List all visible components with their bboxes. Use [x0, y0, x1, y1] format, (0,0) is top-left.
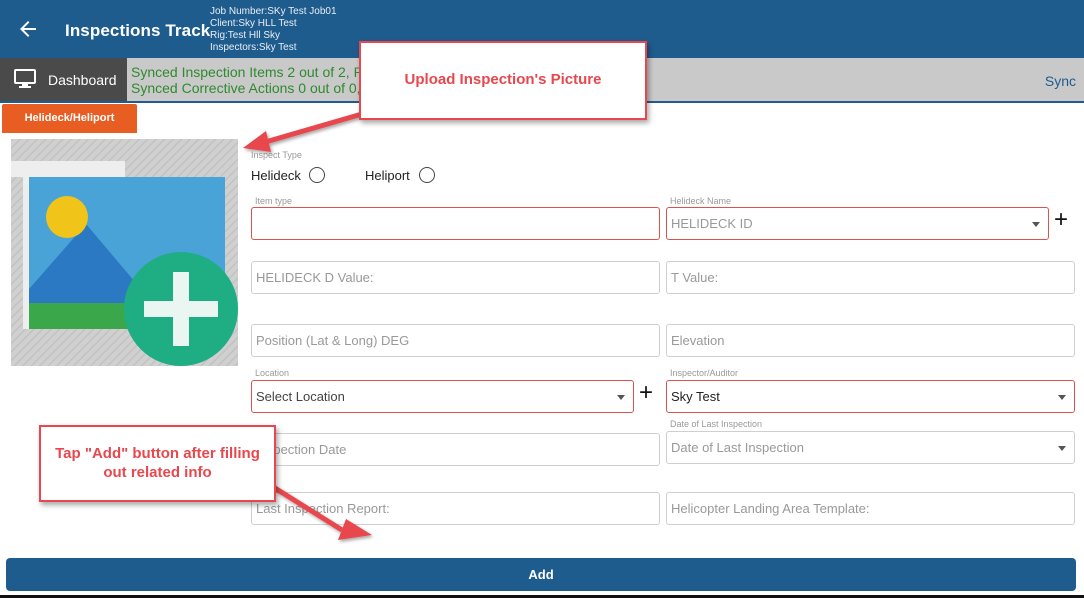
callout-upload-picture: Upload Inspection's Picture [359, 41, 647, 120]
inspectors-name: Inspectors:Sky Test [210, 42, 297, 53]
last-inspection-value: Date of Last Inspection [671, 440, 804, 455]
radio-helideck[interactable] [309, 167, 325, 183]
tab-helideck-heliport[interactable]: Helideck/Heliport [2, 104, 137, 133]
elevation-input[interactable]: Elevation [666, 324, 1075, 357]
template-input[interactable]: Helicopter Landing Area Template: [666, 492, 1075, 525]
sync-link[interactable]: Sync [1045, 73, 1076, 89]
job-info: Job Number:SKy Test Job01 Client:Sky HLL… [210, 6, 337, 54]
helideck-name-label: Helideck Name [670, 196, 732, 206]
callout-add-line1: Tap "Add" button after filling [55, 445, 260, 462]
chevron-down-icon [1058, 446, 1066, 451]
inspector-select[interactable]: Sky Test [666, 380, 1075, 413]
item-type-input[interactable] [251, 207, 660, 240]
last-report-input[interactable]: Last Inspection Report: [251, 492, 660, 525]
dashboard-label: Dashboard [48, 72, 117, 88]
last-inspection-label: Date of Last Inspection [670, 419, 763, 429]
inspection-date-input[interactable]: Inspection Date [251, 433, 660, 466]
inspector-value: Sky Test [671, 389, 720, 404]
last-inspection-select[interactable]: Date of Last Inspection [666, 431, 1075, 464]
synced-items-text: Synced Inspection Items 2 out of 2, P [131, 64, 363, 80]
chevron-down-icon [617, 395, 625, 400]
callout-add-line2: out related info [103, 464, 212, 481]
job-number: Job Number:SKy Test Job01 [210, 6, 337, 17]
add-button[interactable]: Add [6, 558, 1076, 591]
helideck-name-value: HELIDECK ID [671, 216, 753, 231]
client-name: Client:Sky HLL Test [210, 18, 297, 29]
callout-tap-add: Tap "Add" button after filling out relat… [39, 425, 276, 502]
helideck-name-select[interactable]: HELIDECK ID [666, 207, 1049, 240]
image-add-icon[interactable] [11, 139, 238, 366]
callout-upload-text: Upload Inspection's Picture [404, 71, 602, 88]
item-type-label: Item type [255, 196, 293, 206]
radio-heliport[interactable] [419, 167, 435, 183]
app-title: Inspections Track [65, 21, 211, 40]
dashboard-button[interactable]: Dashboard [0, 58, 127, 101]
location-value: Select Location [256, 389, 345, 404]
add-location-plus-icon[interactable]: + [639, 381, 653, 405]
back-arrow-icon[interactable] [16, 17, 40, 41]
inspector-label: Inspector/Auditor [670, 368, 739, 378]
t-value-input[interactable]: T Value: [666, 261, 1075, 294]
radio-heliport-label: Heliport [365, 168, 410, 183]
inspect-type-label: Inspect Type [251, 150, 302, 160]
monitor-icon [14, 69, 36, 88]
sync-status: Synced Inspection Items 2 out of 2, P Sy… [131, 64, 363, 96]
synced-actions-text: Synced Corrective Actions 0 out of 0, [131, 80, 361, 96]
radio-helideck-label: Helideck [251, 168, 301, 183]
location-select[interactable]: Select Location [251, 380, 634, 413]
rig-name: Rig:Test Hll Sky [210, 30, 281, 41]
helideck-d-value-input[interactable]: HELIDECK D Value: [251, 261, 660, 294]
chevron-down-icon [1058, 395, 1066, 400]
location-label: Location [255, 368, 290, 378]
chevron-down-icon [1032, 222, 1040, 227]
add-helideck-plus-icon[interactable]: + [1054, 208, 1068, 232]
position-input[interactable]: Position (Lat & Long) DEG [251, 324, 660, 357]
